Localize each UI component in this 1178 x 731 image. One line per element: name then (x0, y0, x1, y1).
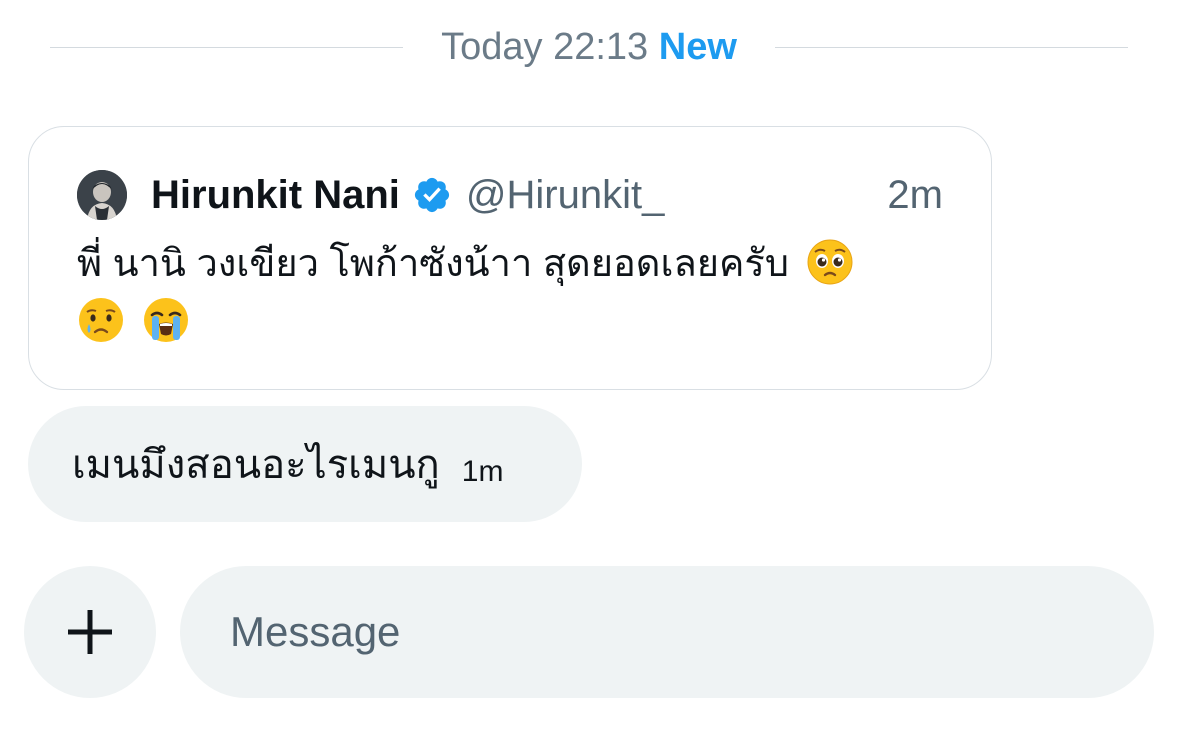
quoted-post-text: พี่ นานิ วงเขียว โพก้าซังน้าา สุดยอดเลยค… (77, 235, 947, 351)
quoted-post-body: พี่ นานิ วงเขียว โพก้าซังน้าา สุดยอดเลยค… (77, 243, 789, 285)
pleading-face-emoji (806, 238, 854, 286)
message-composer[interactable] (180, 566, 1154, 698)
verified-badge-icon (414, 177, 449, 213)
add-media-button[interactable] (24, 566, 156, 698)
divider-time: Today 22:13 (441, 25, 649, 68)
post-timestamp: 2m (887, 172, 943, 217)
message-text: เมนมึงสอนอะไรเมนกู (72, 443, 440, 487)
message-input[interactable] (228, 607, 1112, 657)
dm-conversation: Today 22:13 New Hirunkit Nani @Hirunkit_ (0, 0, 1178, 731)
author-handle[interactable]: @Hirunkit_ (466, 173, 664, 218)
avatar[interactable] (77, 170, 127, 220)
divider-line-left (50, 46, 404, 48)
divider-line-right (774, 46, 1129, 48)
loudly-crying-face-emoji (142, 296, 190, 344)
message-timestamp: 1m (461, 455, 504, 488)
new-badge: New (658, 25, 737, 68)
quoted-post-header: Hirunkit Nani @Hirunkit_ 2m (77, 167, 943, 223)
message-bubble[interactable]: เมนมึงสอนอะไรเมนกู 1m (28, 406, 582, 522)
plus-icon (68, 610, 112, 654)
crying-face-emoji (77, 296, 125, 344)
author-name[interactable]: Hirunkit Nani (151, 173, 400, 218)
quoted-post-card[interactable]: Hirunkit Nani @Hirunkit_ 2m พี่ นานิ วงเ… (28, 126, 992, 390)
divider-label: Today 22:13 New (403, 26, 775, 69)
new-messages-divider: Today 22:13 New (50, 22, 1129, 72)
